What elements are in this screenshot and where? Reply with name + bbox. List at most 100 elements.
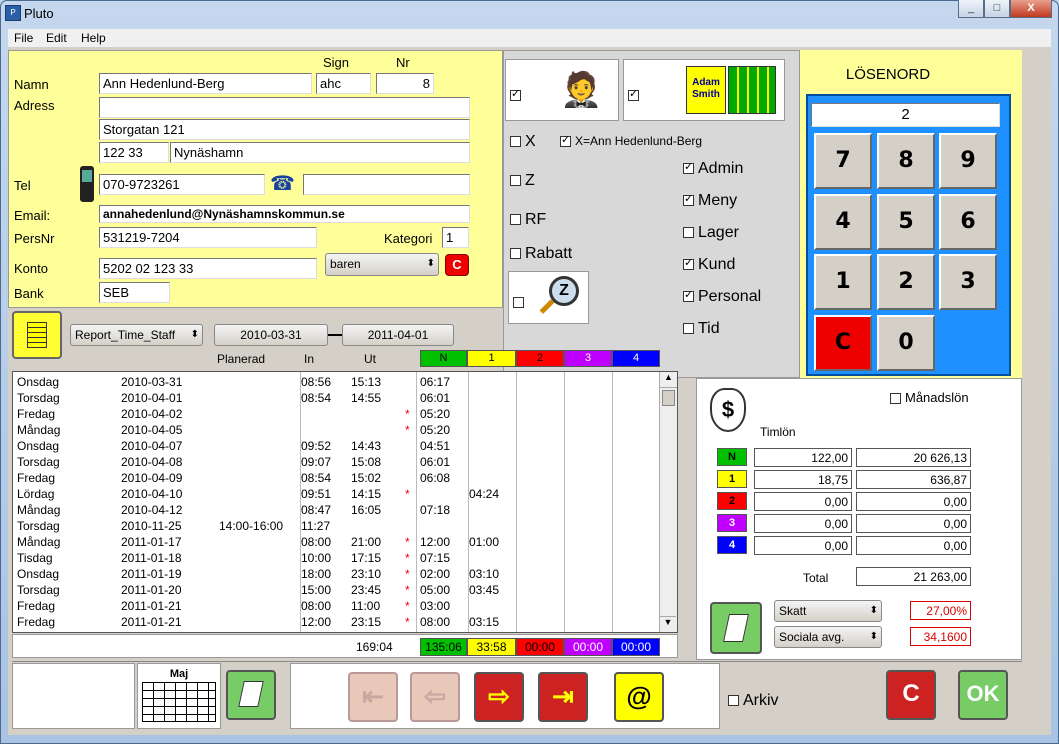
arkiv-checkbox[interactable] [728,695,739,707]
table-row[interactable]: Lördag 2010-04-10 09:51 14:15 * 04:24 [13,487,653,503]
bank-field[interactable]: SEB [99,282,170,303]
key-4[interactable]: 4 [814,194,872,250]
menu-edit[interactable]: Edit [46,31,67,45]
cancel-button[interactable]: C [886,670,936,720]
scroll-up-icon[interactable]: ▲ [660,372,677,388]
hours-4[interactable]: 0,00 [754,536,852,555]
table-row[interactable]: Måndag 2010-04-05 * 05:20 [13,423,653,439]
namn-field[interactable]: Ann Hedenlund-Berg [99,73,312,94]
email-field[interactable]: annahedenlund@Nynäshamnskommun.se [99,205,470,223]
manadslon-option[interactable]: Månadslön [890,390,969,405]
hours-2[interactable]: 0,00 [754,492,852,511]
adress-field-2[interactable]: Storgatan 121 [99,119,470,140]
email-button[interactable]: @ [614,672,664,722]
prev-record-button[interactable]: ⇦ [410,672,460,722]
nr-field[interactable]: 8 [376,73,434,94]
perm-personal[interactable]: Personal [683,288,761,306]
hours-1[interactable]: 18,75 [754,470,852,489]
perm-tid[interactable]: Tid [683,320,720,338]
ort-field[interactable]: Nynäshamn [170,142,470,163]
kund-checkbox[interactable] [683,256,694,271]
key-clear[interactable]: C [814,315,872,371]
table-row[interactable]: Fredag 2010-04-09 08:54 15:02 06:08 [13,471,653,487]
table-row[interactable]: Torsdag 2010-11-25 14:00-16:00 11:27 [13,519,653,535]
key-5[interactable]: 5 [877,194,935,250]
next-record-button[interactable]: ⇨ [474,672,524,722]
perm-kund[interactable]: Kund [683,256,735,274]
key-1[interactable]: 1 [814,254,872,310]
rf-option[interactable]: RF [510,211,546,229]
calendar-button[interactable]: Maj [137,663,221,729]
menu-file[interactable]: File [14,31,33,45]
konto-field[interactable]: 5202 02 123 33 [99,258,317,279]
scroll-thumb[interactable] [662,390,675,406]
key-8[interactable]: 8 [877,133,935,189]
last-record-button[interactable]: ⇥ [538,672,588,722]
meny-checkbox[interactable] [683,192,694,207]
key-2[interactable]: 2 [877,254,935,310]
tid-checkbox[interactable] [683,323,694,335]
adam-smith-checkbox[interactable] [628,87,639,102]
tel2-field[interactable] [303,174,470,195]
rabatt-option[interactable]: Rabatt [510,245,572,263]
x-checkbox[interactable] [510,136,521,148]
report-button[interactable] [12,311,62,359]
table-row[interactable]: Torsdag 2011-01-20 15:00 23:45 * 05:00 03:45 [13,583,653,599]
persnr-field[interactable]: 531219-7204 [99,227,317,248]
table-row[interactable]: Tisdag 2011-01-18 10:00 17:15 * 07:15 [13,551,653,567]
table-row[interactable]: Fredag 2011-01-21 12:00 23:15 * 08:00 03:15 [13,615,653,631]
rf-checkbox[interactable] [510,214,521,226]
maximize-button[interactable]: □ [984,0,1010,18]
z-checkbox[interactable] [510,175,521,187]
x-name-checkbox[interactable] [560,133,571,148]
menu-help[interactable]: Help [81,31,106,45]
close-window-button[interactable]: X [1010,0,1052,18]
table-row[interactable]: Fredag 2011-01-21 08:00 11:00 * 03:00 [13,599,653,615]
table-row[interactable]: Torsdag 2010-04-01 08:54 14:55 06:01 [13,391,653,407]
x-name-option[interactable]: X=Ann Hedenlund-Berg [560,133,702,148]
key-9[interactable]: 9 [939,133,997,189]
arkiv-option[interactable]: Arkiv [728,692,779,710]
z-report-checkbox[interactable] [513,297,524,309]
key-6[interactable]: 6 [939,194,997,250]
konto-select[interactable]: baren ⬍ [325,253,439,276]
hours-3[interactable]: 0,00 [754,514,852,533]
table-row[interactable]: Onsdag 2011-01-19 18:00 23:10 * 02:00 03:10 [13,567,653,583]
waiter-card[interactable]: 🤵 [505,59,619,121]
report-type-select[interactable]: Report_Time_Staff ⬍ [70,324,203,346]
table-row[interactable]: Onsdag 2010-04-07 09:52 14:43 04:51 [13,439,653,455]
postnr-field[interactable]: 122 33 [99,142,169,163]
perm-admin[interactable]: Admin [683,160,743,178]
hours-n[interactable]: 122,00 [754,448,852,467]
rabatt-checkbox[interactable] [510,248,521,260]
table-row[interactable]: Torsdag 2010-04-08 09:07 15:08 06:01 [13,455,653,471]
table-scrollbar[interactable]: ▲ ▼ [659,372,677,632]
first-record-button[interactable]: ⇤ [348,672,398,722]
z-option[interactable]: Z [510,172,535,190]
date-from-button[interactable]: 2010-03-31 [214,324,328,346]
key-3[interactable]: 3 [939,254,997,310]
sociala-value[interactable]: 34,1600 [910,627,971,646]
perm-meny[interactable]: Meny [683,192,737,210]
x-option[interactable]: X [510,133,536,151]
adam-smith-card[interactable]: Adam Smith [623,59,785,121]
ok-button[interactable]: OK [958,670,1008,720]
table-row[interactable]: Måndag 2011-01-17 08:00 21:00 * 12:00 01:00 [13,535,653,551]
time-report-table[interactable]: Onsdag 2010-03-31 08:56 15:13 06:17 Torsdag 20… [12,371,678,633]
perm-lager[interactable]: Lager [683,224,739,242]
minimize-button[interactable]: _ [958,0,984,18]
skatt-value[interactable]: 27,00% [910,601,971,620]
skatt-select[interactable]: Skatt ⬍ [774,600,882,622]
print-button[interactable] [226,670,276,720]
konto-clear-button[interactable]: C [445,254,469,276]
z-report-card[interactable]: Z [508,271,589,324]
personal-checkbox[interactable] [683,288,694,303]
sociala-select[interactable]: Sociala avg. ⬍ [774,626,882,648]
scroll-down-icon[interactable]: ▼ [660,616,676,632]
waiter-checkbox[interactable] [510,87,521,102]
adress-field-1[interactable] [99,97,470,118]
salary-print-button[interactable] [710,602,762,654]
date-to-button[interactable]: 2011-04-01 [342,324,454,346]
table-row[interactable]: Måndag 2010-04-12 08:47 16:05 07:18 [13,503,653,519]
manadslon-checkbox[interactable] [890,393,901,405]
